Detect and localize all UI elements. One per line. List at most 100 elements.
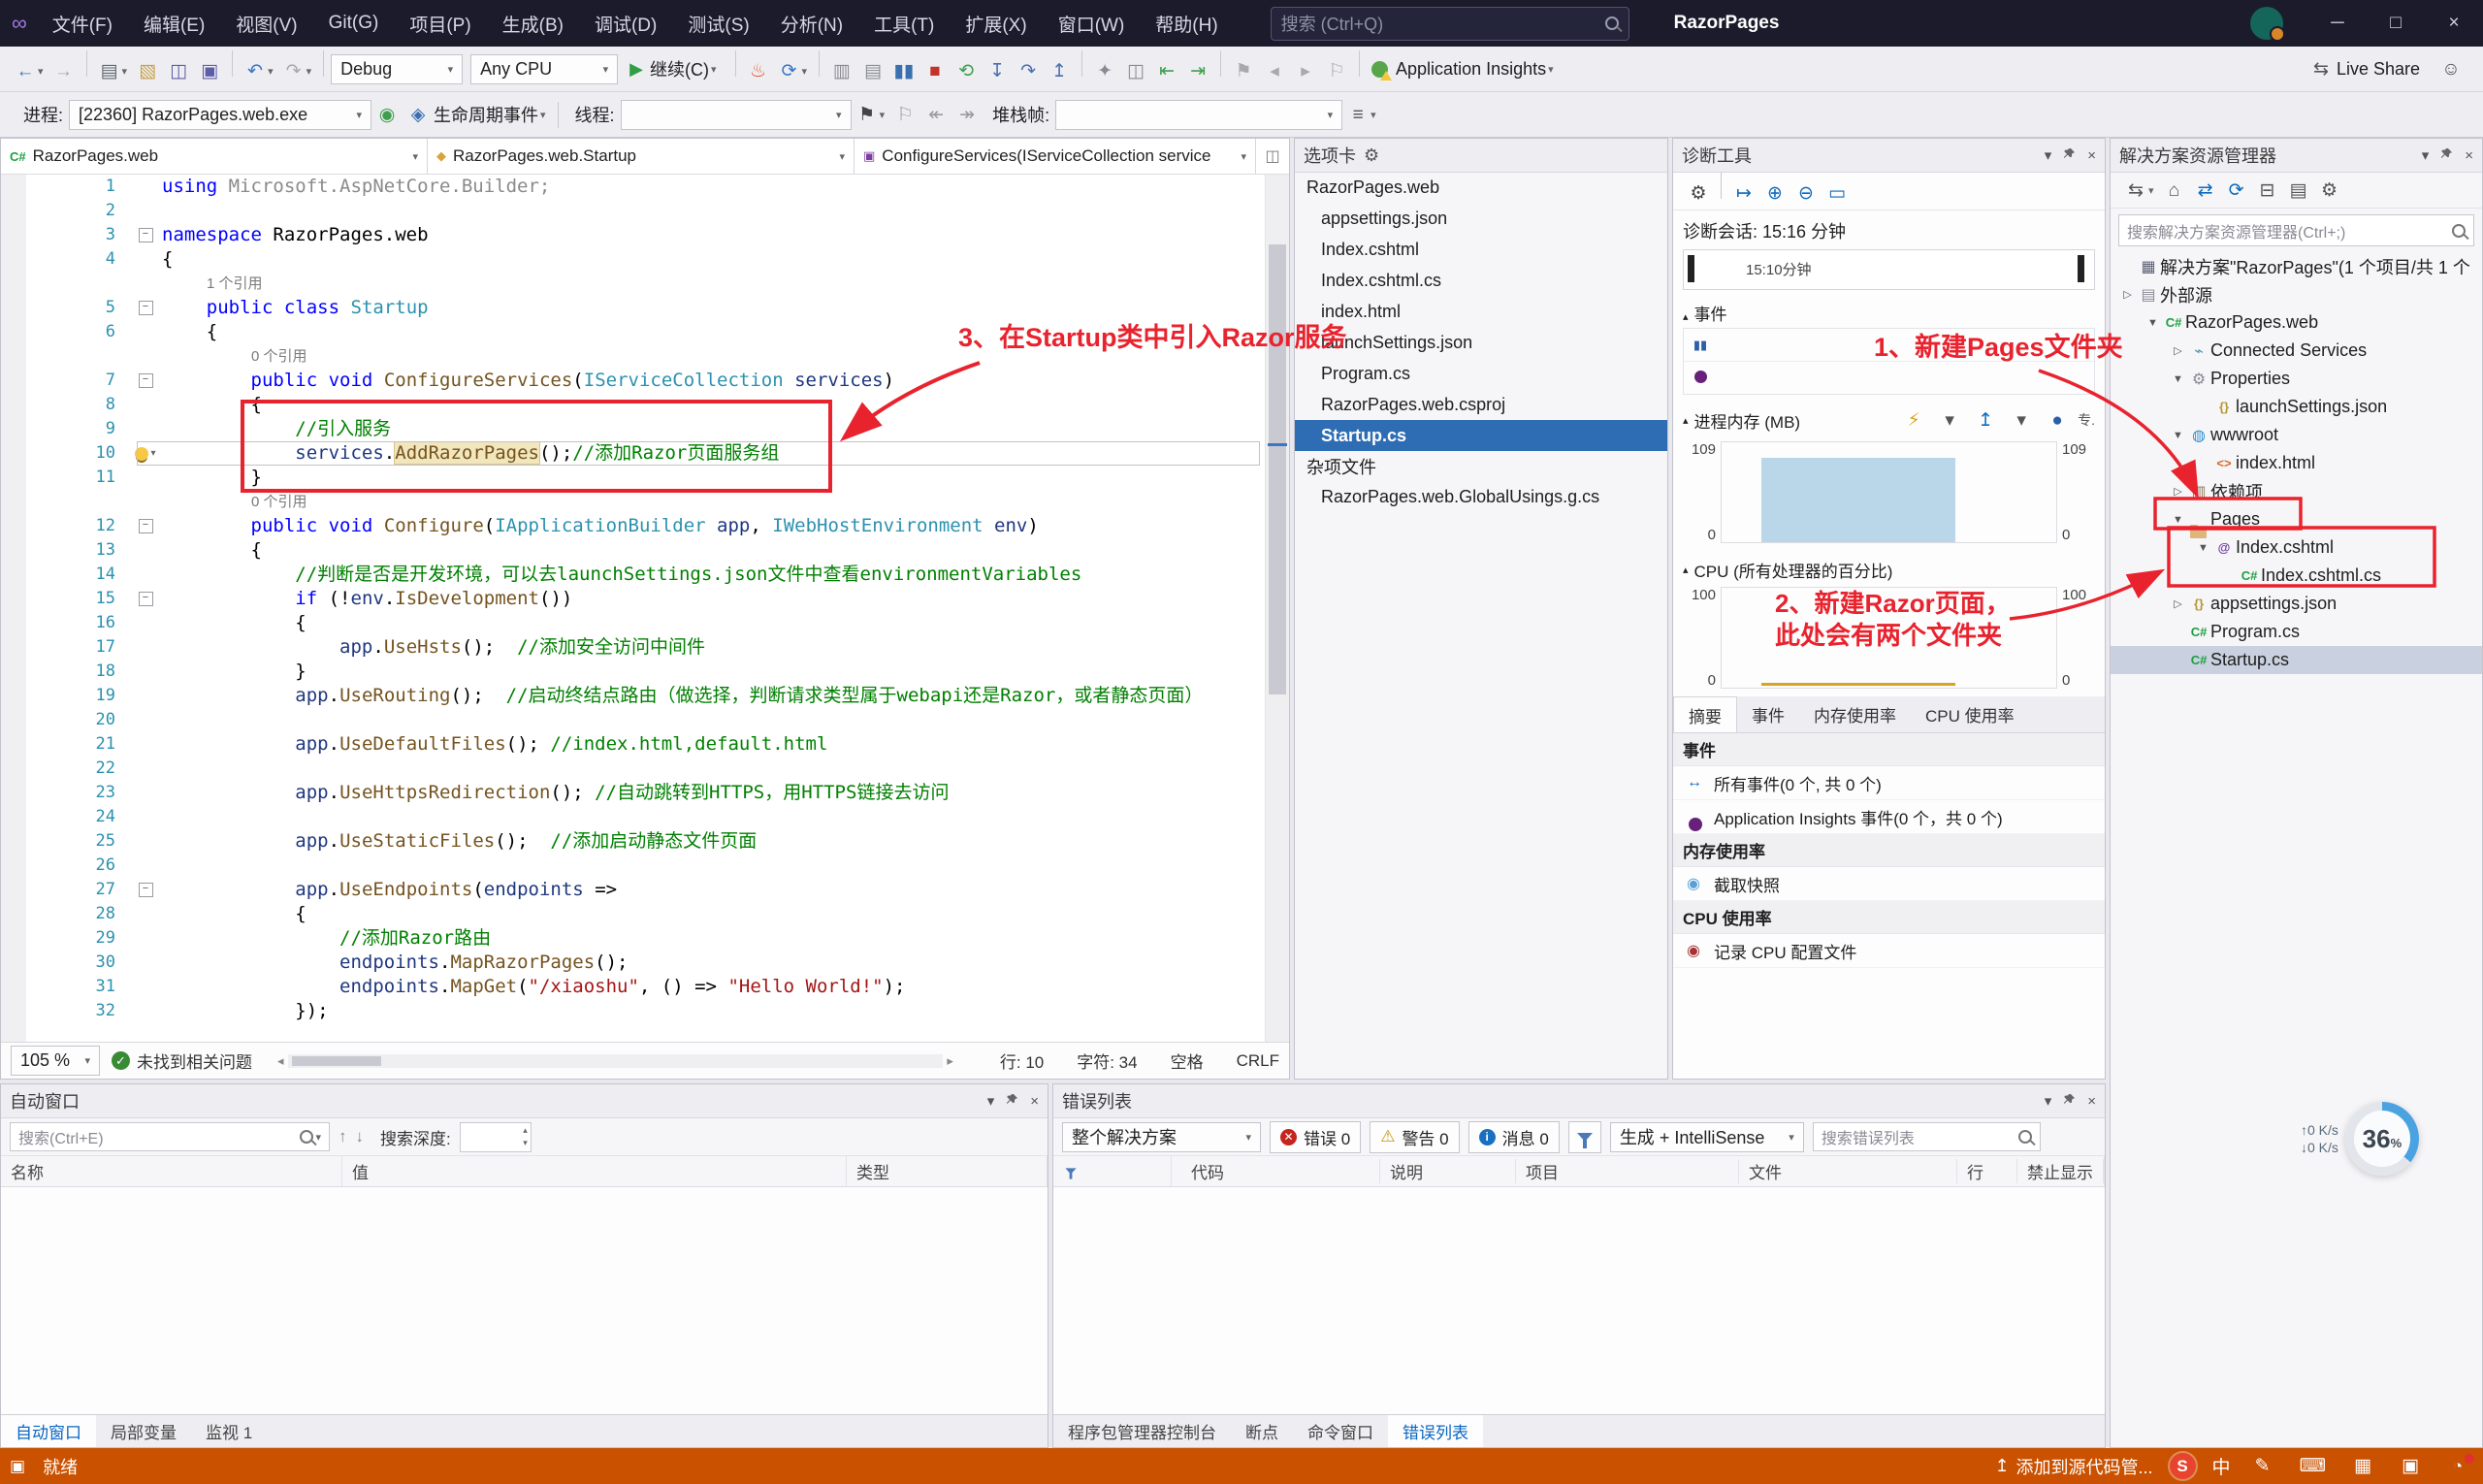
- column-header[interactable]: 名称: [1, 1156, 342, 1186]
- tabs-settings-icon[interactable]: ⚙: [1364, 145, 1379, 166]
- tree-item[interactable]: ▷▥依赖项: [2111, 477, 2482, 505]
- type-dropdown[interactable]: ◆ RazorPages.web.Startup ▾: [428, 139, 855, 174]
- nav-forward-icon[interactable]: →: [48, 54, 80, 87]
- fold-icon[interactable]: −: [139, 373, 153, 388]
- code-line[interactable]: 10▾ services.AddRazorPages();//添加Razor页面…: [1, 441, 1266, 466]
- hot-reload-flame-icon[interactable]: ♨: [743, 54, 774, 87]
- redo-icon[interactable]: ↷▾: [278, 54, 317, 87]
- tree-item[interactable]: C#Startup.cs: [2111, 646, 2482, 674]
- menu-item[interactable]: 视图(V): [220, 0, 312, 47]
- breakpoint-margin[interactable]: [1, 660, 26, 684]
- fold-icon[interactable]: −: [139, 883, 153, 897]
- document-tab[interactable]: Index.cshtml.cs: [1295, 265, 1667, 296]
- undo-icon[interactable]: ↶▾: [240, 54, 278, 87]
- pen-icon[interactable]: ✎: [2247, 1450, 2278, 1483]
- step-out-icon[interactable]: ↥: [1044, 54, 1075, 87]
- window-menu-icon[interactable]: ▾: [2045, 146, 2052, 164]
- error-source-select[interactable]: 生成 + IntelliSense ▾: [1610, 1122, 1804, 1152]
- legend-dot-icon[interactable]: ●: [2042, 403, 2073, 436]
- solution-search-input[interactable]: 搜索解决方案资源管理器(Ctrl+;): [2118, 214, 2474, 246]
- code-line[interactable]: 32 });: [1, 999, 1266, 1023]
- new-file-icon[interactable]: ▤▾: [94, 54, 133, 87]
- snapshot-dd-icon[interactable]: ▾: [2006, 403, 2037, 436]
- export-icon[interactable]: ↦: [1728, 177, 1759, 210]
- document-tab[interactable]: Program.cs: [1295, 358, 1667, 389]
- tree-item[interactable]: {}launchSettings.json: [2111, 393, 2482, 421]
- diagnostics-tab[interactable]: 事件: [1737, 696, 1799, 732]
- menu-item[interactable]: 文件(F): [37, 0, 128, 47]
- menu-item[interactable]: 帮助(H): [1140, 0, 1233, 47]
- properties-icon[interactable]: ⚙: [2314, 174, 2345, 207]
- breakpoint-margin[interactable]: [1, 951, 26, 975]
- editor-vertical-scrollbar[interactable]: [1265, 175, 1289, 1042]
- breakpoint-margin[interactable]: [1, 223, 26, 247]
- tree-item[interactable]: ▷▤外部源: [2111, 280, 2482, 308]
- error-scope-select[interactable]: 整个解决方案 ▾: [1062, 1122, 1261, 1152]
- breakpoint-margin[interactable]: [1, 684, 26, 708]
- background-tasks-icon[interactable]: ▣: [10, 1457, 25, 1476]
- tree-item[interactable]: ▼⚙Properties: [2111, 365, 2482, 393]
- breakpoint-margin[interactable]: [1, 999, 26, 1023]
- quick-actions-icon[interactable]: [135, 447, 148, 461]
- code-line[interactable]: 25 app.UseStaticFiles(); //添加启动静态文件页面: [1, 829, 1266, 854]
- code-line[interactable]: 3−namespace RazorPages.web: [1, 223, 1266, 247]
- breakpoint-margin[interactable]: [1, 272, 26, 296]
- tree-item[interactable]: ▼C#RazorPages.web: [2111, 308, 2482, 337]
- tree-item[interactable]: <>index.html: [2111, 449, 2482, 477]
- preview-changes-icon[interactable]: ▥: [826, 54, 857, 87]
- save-all-icon[interactable]: ▣: [194, 54, 225, 87]
- document-tab[interactable]: index.html: [1295, 296, 1667, 327]
- breakpoint-margin[interactable]: [1, 781, 26, 805]
- breakpoint-margin[interactable]: [1, 926, 26, 951]
- screen-icon[interactable]: ▣: [2395, 1450, 2426, 1483]
- fold-icon[interactable]: −: [139, 228, 153, 242]
- breakpoint-margin[interactable]: [1, 175, 26, 199]
- platform-select[interactable]: Any CPU ▾: [470, 54, 618, 84]
- stack-frame-select[interactable]: ▾: [1055, 100, 1342, 130]
- breakpoint-margin[interactable]: [1, 344, 26, 369]
- window-menu-icon[interactable]: ▾: [2045, 1092, 2052, 1110]
- breakpoint-margin[interactable]: [1, 514, 26, 538]
- summary-item[interactable]: ◉截取快照: [1673, 867, 2105, 901]
- code-line[interactable]: 31 endpoints.MapGet("/xiaoshu", () => "H…: [1, 975, 1266, 999]
- step-over-icon[interactable]: ↷: [1013, 54, 1044, 87]
- process-select[interactable]: [22360] RazorPages.web.exe ▾: [69, 100, 371, 130]
- column-header[interactable]: 类型: [847, 1156, 1048, 1186]
- scrollbar-thumb[interactable]: [292, 1056, 381, 1066]
- reset-view-icon[interactable]: ▭: [1822, 177, 1853, 210]
- flag-icon[interactable]: ⚑▾: [852, 98, 890, 131]
- collapse-arrow-icon[interactable]: ▼: [2169, 373, 2187, 385]
- code-line[interactable]: 23 app.UseHttpsRedirection(); //自动跳转到HTT…: [1, 781, 1266, 805]
- document-tab[interactable]: launchSettings.json: [1295, 327, 1667, 358]
- debug-config-select[interactable]: Debug ▾: [331, 54, 463, 84]
- scroll-right-icon[interactable]: ▸: [947, 1053, 953, 1069]
- menu-item[interactable]: 测试(S): [672, 0, 764, 47]
- breakpoint-margin[interactable]: [1, 878, 26, 902]
- code-line[interactable]: 4{: [1, 247, 1266, 272]
- menu-item[interactable]: 扩展(X): [950, 0, 1042, 47]
- code-area[interactable]: 1using Microsoft.AspNetCore.Builder;23−n…: [1, 175, 1289, 1042]
- fold-icon[interactable]: −: [139, 592, 153, 606]
- collapse-arrow-icon[interactable]: ▼: [2144, 317, 2162, 329]
- code-line[interactable]: 13 {: [1, 538, 1266, 563]
- errors-toggle-button[interactable]: ✕ 错误 0: [1270, 1121, 1361, 1153]
- collapse-arrow-icon[interactable]: ▼: [2169, 514, 2187, 526]
- window-menu-icon[interactable]: ▾: [987, 1092, 995, 1110]
- space-indicator[interactable]: 空格: [1171, 1048, 1204, 1073]
- tree-item[interactable]: ▼◍wwwroot: [2111, 421, 2482, 449]
- menu-item[interactable]: 编辑(E): [128, 0, 220, 47]
- error-search-input[interactable]: 搜索错误列表: [1813, 1122, 2041, 1151]
- indent-decrease-icon[interactable]: ⇤: [1151, 54, 1182, 87]
- breakpoint-margin[interactable]: [1, 708, 26, 732]
- flag-outline-icon[interactable]: ⚐: [889, 98, 920, 131]
- show-all-files-icon[interactable]: ▤: [2283, 174, 2314, 207]
- pin-icon[interactable]: [2440, 147, 2453, 164]
- tool-window-tab[interactable]: 局部变量: [96, 1415, 191, 1447]
- expand-arrow-icon[interactable]: ▷: [2169, 597, 2187, 610]
- column-header[interactable]: 禁止显示: [2017, 1159, 2104, 1183]
- bookmark-clear-icon[interactable]: ⚐: [1321, 54, 1352, 87]
- document-tab[interactable]: RazorPages.web.csproj: [1295, 389, 1667, 420]
- breakpoint-margin[interactable]: [1, 805, 26, 829]
- window-menu-icon[interactable]: ▾: [2422, 146, 2430, 164]
- prev-frame-icon[interactable]: ↞: [920, 98, 951, 131]
